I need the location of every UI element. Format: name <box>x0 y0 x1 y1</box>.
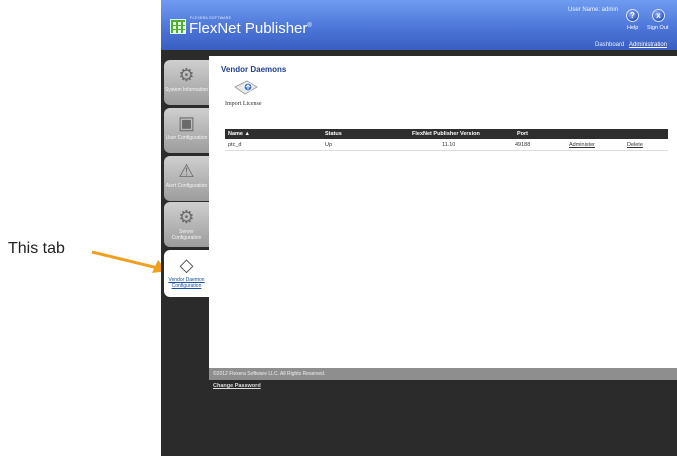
sidebar-item-server-configuration[interactable]: ⚙ Server Configuration <box>164 202 209 247</box>
sidebar-item-system-information[interactable]: ⚙ System Information <box>164 60 209 105</box>
sidebar-item-label: System Information <box>164 87 209 93</box>
gears-icon: ⚙ <box>178 207 195 227</box>
nav-administration[interactable]: Administration <box>629 42 667 48</box>
sidebar-item-label: Vendor Daemon Configuration <box>168 277 205 289</box>
sign-out-link[interactable]: Sign Out <box>647 25 668 31</box>
change-password-link[interactable]: Change Password <box>213 383 261 389</box>
column-version[interactable]: FlexNet Publisher Version <box>412 131 480 137</box>
user-card-icon: ▣ <box>177 113 195 133</box>
vendor-daemons-table: Name ▲ Status FlexNet Publisher Version … <box>225 129 668 151</box>
vendor-daemon-icon: ◇ <box>179 255 194 275</box>
table-row: ptc_d Up 11.10 49188 Administer Delete <box>225 139 668 151</box>
annotation-arrow-icon <box>91 250 168 273</box>
sidebar-item-alert-configuration[interactable]: ⚠ Alert Configuration <box>164 156 209 201</box>
administer-link[interactable]: Administer <box>569 142 595 148</box>
annotation-label: This tab <box>8 240 65 257</box>
column-status[interactable]: Status <box>325 131 342 137</box>
footer-bar: ©2012 Flexera Software LLC. All Rights R… <box>209 368 677 380</box>
app-header: FLEXERA SOFTWARE FlexNet Publisher® User… <box>161 0 677 50</box>
cell-port: 49188 <box>515 142 531 148</box>
flexnet-logo-icon <box>170 19 186 34</box>
sidebar-item-label: Server Configuration <box>171 229 202 241</box>
delete-link[interactable]: Delete <box>627 142 643 148</box>
warning-icon: ⚠ <box>178 161 195 181</box>
sidebar-item-user-configuration[interactable]: ▣ User Configuration <box>164 108 209 153</box>
import-license-icon[interactable] <box>233 79 259 97</box>
main-content: Vendor Daemons Import License Name ▲ Sta… <box>209 56 677 368</box>
column-name[interactable]: Name ▲ <box>228 131 250 137</box>
sidebar-item-vendor-daemon-configuration[interactable]: ◇ Vendor Daemon Configuration <box>164 250 209 297</box>
sidebar-item-label: Alert Configuration <box>165 183 208 189</box>
gears-icon: ⚙ <box>178 65 195 85</box>
user-name: User Name: admin <box>568 7 619 13</box>
cell-name: ptc_d <box>228 142 242 148</box>
page-title: Vendor Daemons <box>221 65 287 74</box>
table-header: Name ▲ Status FlexNet Publisher Version … <box>225 129 668 139</box>
flexnet-app-window: FLEXERA SOFTWARE FlexNet Publisher® User… <box>161 0 677 456</box>
sidebar-item-label: User Configuration <box>165 135 208 141</box>
column-port[interactable]: Port <box>517 131 528 137</box>
cell-version: 11.10 <box>442 142 456 148</box>
copyright-text: ©2012 Flexera Software LLC. All Rights R… <box>213 371 326 377</box>
sidebar: ⚙ System Information ▣ User Configuratio… <box>161 56 209 456</box>
nav-dashboard[interactable]: Dashboard <box>595 42 624 48</box>
help-icon[interactable]: ? <box>626 9 639 22</box>
help-link[interactable]: Help <box>627 25 638 31</box>
product-title: FlexNet Publisher® <box>189 20 312 37</box>
cell-status: Up <box>325 142 333 148</box>
sign-out-icon[interactable]: x <box>652 9 665 22</box>
import-license-button[interactable]: Import License <box>225 101 262 107</box>
